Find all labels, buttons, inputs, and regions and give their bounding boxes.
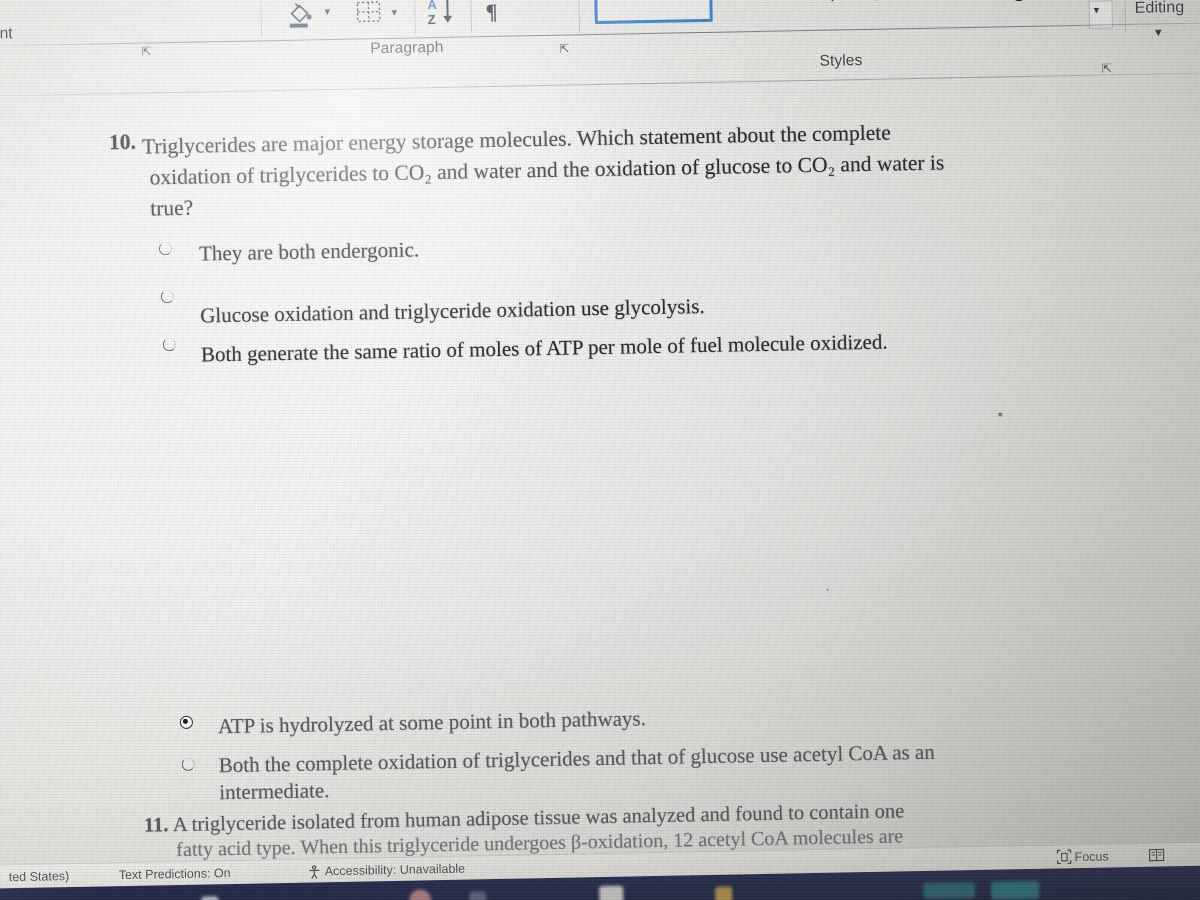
accessibility-status[interactable]: Accessibility: Unavailable: [325, 862, 466, 879]
question-10-stem-line-3: true?: [149, 195, 194, 221]
text-predictions-status[interactable]: Text Predictions: On: [119, 866, 231, 882]
question-10-option-e-label-line-1[interactable]: Both the complete oxidation of triglycer…: [218, 740, 935, 778]
question-10-number: 10.: [108, 129, 137, 155]
taskbar-app-icon[interactable]: [201, 896, 219, 900]
taskbar-app-icon[interactable]: [599, 885, 624, 900]
taskbar-app-icon[interactable]: [715, 886, 733, 900]
monitor-photo: ont ⇱ ▾ ▾ A Z ¶ Paragraph ⇱ ▾ Styles ⇱ E…: [0, 0, 1200, 900]
dust-speck: [836, 475, 840, 479]
accessibility-icon[interactable]: [307, 864, 322, 879]
question-10-option-c-radio[interactable]: [162, 337, 176, 352]
question-10-option-e-label-line-2[interactable]: intermediate.: [219, 778, 330, 805]
question-10-option-b-label[interactable]: Glucose oxidation and triglyceride oxida…: [200, 294, 705, 329]
question-11-number: 11.: [143, 814, 169, 837]
focus-button-label[interactable]: Focus: [1074, 849, 1108, 864]
dust-speck: [783, 447, 787, 451]
taskbar-app-icon[interactable]: [469, 891, 487, 900]
document-canvas[interactable]: 10. Triglycerides are major energy stora…: [0, 0, 1200, 900]
screen-content-plane: ont ⇱ ▾ ▾ A Z ¶ Paragraph ⇱ ▾ Styles ⇱ E…: [0, 0, 1200, 900]
question-10-option-d-label[interactable]: ATP is hydrolyzed at some point in both …: [218, 706, 646, 739]
question-10-option-d-radio[interactable]: [179, 715, 194, 729]
question-10-option-a-radio[interactable]: [158, 242, 173, 256]
dust-speck: [998, 412, 1003, 417]
taskbar-app-icon[interactable]: [923, 882, 976, 899]
taskbar-app-icon[interactable]: [991, 880, 1040, 900]
dust-speck: [40, 622, 44, 626]
dust-speck: [826, 588, 829, 591]
read-mode-icon[interactable]: [1148, 847, 1165, 862]
question-10-option-b-radio[interactable]: [160, 290, 175, 304]
focus-icon[interactable]: [1056, 849, 1072, 865]
question-10-option-c-label[interactable]: Both generate the same ratio of moles of…: [201, 330, 888, 368]
language-status[interactable]: ted States): [9, 869, 70, 884]
question-10-option-e-radio[interactable]: [181, 757, 195, 771]
question-10-option-a-label[interactable]: They are both endergonic.: [199, 237, 419, 266]
taskbar-app-icon[interactable]: [409, 889, 432, 900]
